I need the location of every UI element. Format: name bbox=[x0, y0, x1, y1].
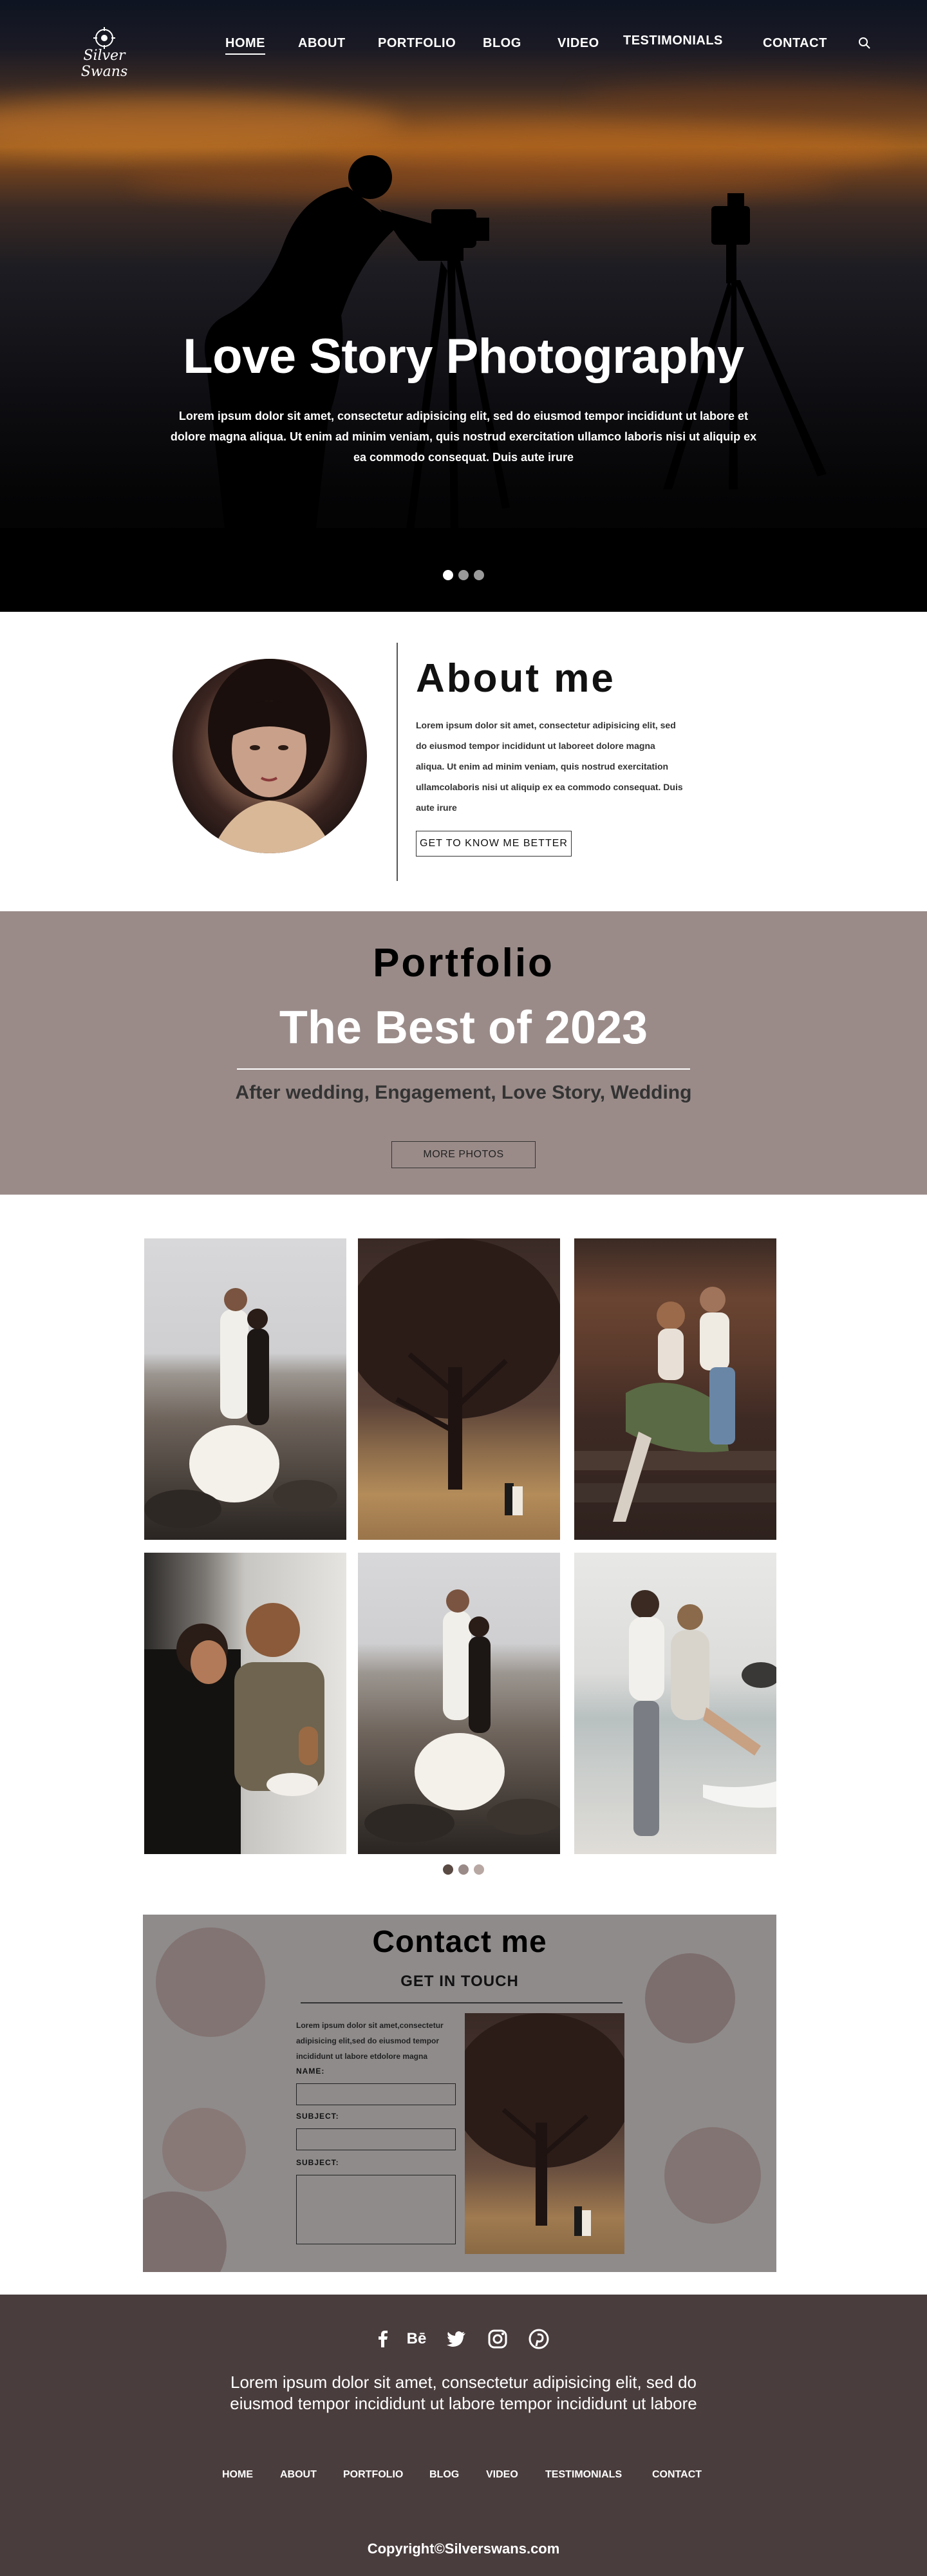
pinterest-icon[interactable] bbox=[528, 2328, 550, 2350]
subject-label: SUBJECT: bbox=[296, 2158, 339, 2167]
carousel-dot[interactable] bbox=[474, 1864, 485, 1875]
gallery-photo[interactable] bbox=[358, 1238, 560, 1540]
nav-blog[interactable]: BLOG bbox=[483, 36, 521, 51]
behance-icon[interactable]: Bē bbox=[406, 2328, 427, 2350]
subject-label: SUBJECT: bbox=[296, 2112, 339, 2121]
copyright-text: Copyright©Silverswans.com bbox=[367, 2541, 560, 2557]
portfolio-headline: The Best of 2023 bbox=[279, 1002, 648, 1054]
about-text: Lorem ipsum dolor sit amet, consectetur … bbox=[416, 720, 683, 813]
nav-video[interactable]: VIDEO bbox=[557, 36, 599, 51]
contact-photo bbox=[465, 2013, 624, 2254]
footer-link-video[interactable]: VIDEO bbox=[486, 2469, 518, 2481]
portrait-illustration bbox=[208, 659, 333, 853]
twitter-icon[interactable] bbox=[445, 2328, 467, 2350]
footer-link-portfolio[interactable]: PORTFOLIO bbox=[343, 2469, 403, 2481]
gallery-photo[interactable] bbox=[144, 1238, 346, 1540]
portfolio-divider bbox=[237, 1068, 690, 1070]
about-section: About me Lorem ipsum dolor sit amet, con… bbox=[0, 612, 927, 911]
couple-kitchen-illustration bbox=[144, 1603, 324, 1854]
footer-link-contact[interactable]: CONTACT bbox=[652, 2469, 702, 2481]
flower-decoration bbox=[645, 1953, 735, 2043]
contact-title: Contact me bbox=[372, 1925, 547, 1959]
hero-subtitle: Lorem ipsum dolor sit amet, consectetur … bbox=[170, 410, 757, 464]
gallery-photo[interactable] bbox=[574, 1553, 776, 1854]
tree-field-illustration bbox=[358, 1238, 560, 1515]
couple-stairs-illustration bbox=[574, 1287, 776, 1522]
instagram-icon[interactable] bbox=[487, 2328, 509, 2350]
name-label: NAME: bbox=[296, 2067, 325, 2076]
carousel-dot-active[interactable] bbox=[442, 570, 453, 580]
more-photos-button[interactable]: MORE PHOTOS bbox=[391, 1141, 536, 1168]
footer: Bē Lorem ipsum dolor sit amet, consectet… bbox=[0, 2295, 927, 2576]
gallery-photo[interactable] bbox=[144, 1553, 346, 1854]
couple-beach-illustration bbox=[144, 1288, 337, 1528]
nav-about[interactable]: ABOUT bbox=[298, 36, 346, 51]
message-textarea[interactable] bbox=[296, 2175, 456, 2244]
search-icon[interactable] bbox=[857, 36, 872, 50]
logo-text: Silver Swans bbox=[80, 48, 128, 80]
carousel-dot-active[interactable] bbox=[442, 1864, 453, 1875]
about-portrait bbox=[173, 659, 367, 853]
footer-link-home[interactable]: HOME bbox=[222, 2469, 253, 2481]
logo[interactable]: Silver Swans bbox=[59, 26, 149, 80]
footer-text: Lorem ipsum dolor sit amet, consectetur … bbox=[230, 2372, 697, 2413]
logo-emblem-icon bbox=[93, 27, 115, 49]
nav-testimonials[interactable]: TESTIMONIALS bbox=[623, 33, 723, 48]
contact-subtitle: GET IN TOUCH bbox=[400, 1973, 519, 1990]
carousel-dot[interactable] bbox=[458, 1864, 469, 1875]
gallery-carousel-dots bbox=[0, 1864, 927, 1878]
name-input[interactable] bbox=[296, 2083, 456, 2105]
couple-rocks-illustration bbox=[364, 1589, 560, 1842]
flower-decoration bbox=[143, 2192, 227, 2272]
about-title: About me bbox=[416, 656, 615, 701]
contact-intro: Lorem ipsum dolor sit amet,consectetur a… bbox=[296, 2021, 444, 2061]
sunset-cloud bbox=[579, 84, 927, 116]
gallery-photo[interactable] bbox=[574, 1238, 776, 1540]
portfolio-categories: After wedding, Engagement, Love Story, W… bbox=[235, 1082, 692, 1103]
gallery-photo[interactable] bbox=[358, 1553, 560, 1854]
carousel-dot[interactable] bbox=[458, 570, 469, 580]
nav-contact[interactable]: CONTACT bbox=[763, 36, 827, 51]
hero-carousel-dots bbox=[0, 570, 927, 583]
footer-link-blog[interactable]: BLOG bbox=[429, 2469, 459, 2481]
subject-input[interactable] bbox=[296, 2128, 456, 2150]
portfolio-title: Portfolio bbox=[373, 941, 554, 985]
hero-title: Love Story Photography bbox=[183, 329, 744, 384]
main-nav: Silver Swans HOME ABOUT PORTFOLIO BLOG V… bbox=[0, 26, 927, 80]
tree-couple-illustration bbox=[465, 2013, 624, 2236]
portfolio-section: Portfolio The Best of 2023 After wedding… bbox=[0, 911, 927, 1195]
carousel-dot[interactable] bbox=[474, 570, 485, 580]
flower-decoration bbox=[162, 2108, 246, 2192]
nav-home[interactable]: HOME bbox=[225, 36, 265, 55]
get-to-know-me-button[interactable]: GET TO KNOW ME BETTER bbox=[416, 831, 572, 857]
footer-link-about[interactable]: ABOUT bbox=[280, 2469, 317, 2481]
nav-portfolio[interactable]: PORTFOLIO bbox=[378, 36, 456, 51]
contact-section: Contact me GET IN TOUCH Lorem ipsum dolo… bbox=[143, 1915, 776, 2272]
flower-decoration bbox=[664, 2127, 761, 2224]
contact-divider bbox=[301, 2002, 623, 2003]
couple-hug-illustration bbox=[629, 1590, 776, 1836]
facebook-icon[interactable] bbox=[372, 2328, 394, 2350]
footer-link-testimonials[interactable]: TESTIMONIALS bbox=[545, 2469, 622, 2481]
hero-section: Silver Swans HOME ABOUT PORTFOLIO BLOG V… bbox=[0, 0, 927, 612]
about-divider bbox=[397, 643, 398, 881]
